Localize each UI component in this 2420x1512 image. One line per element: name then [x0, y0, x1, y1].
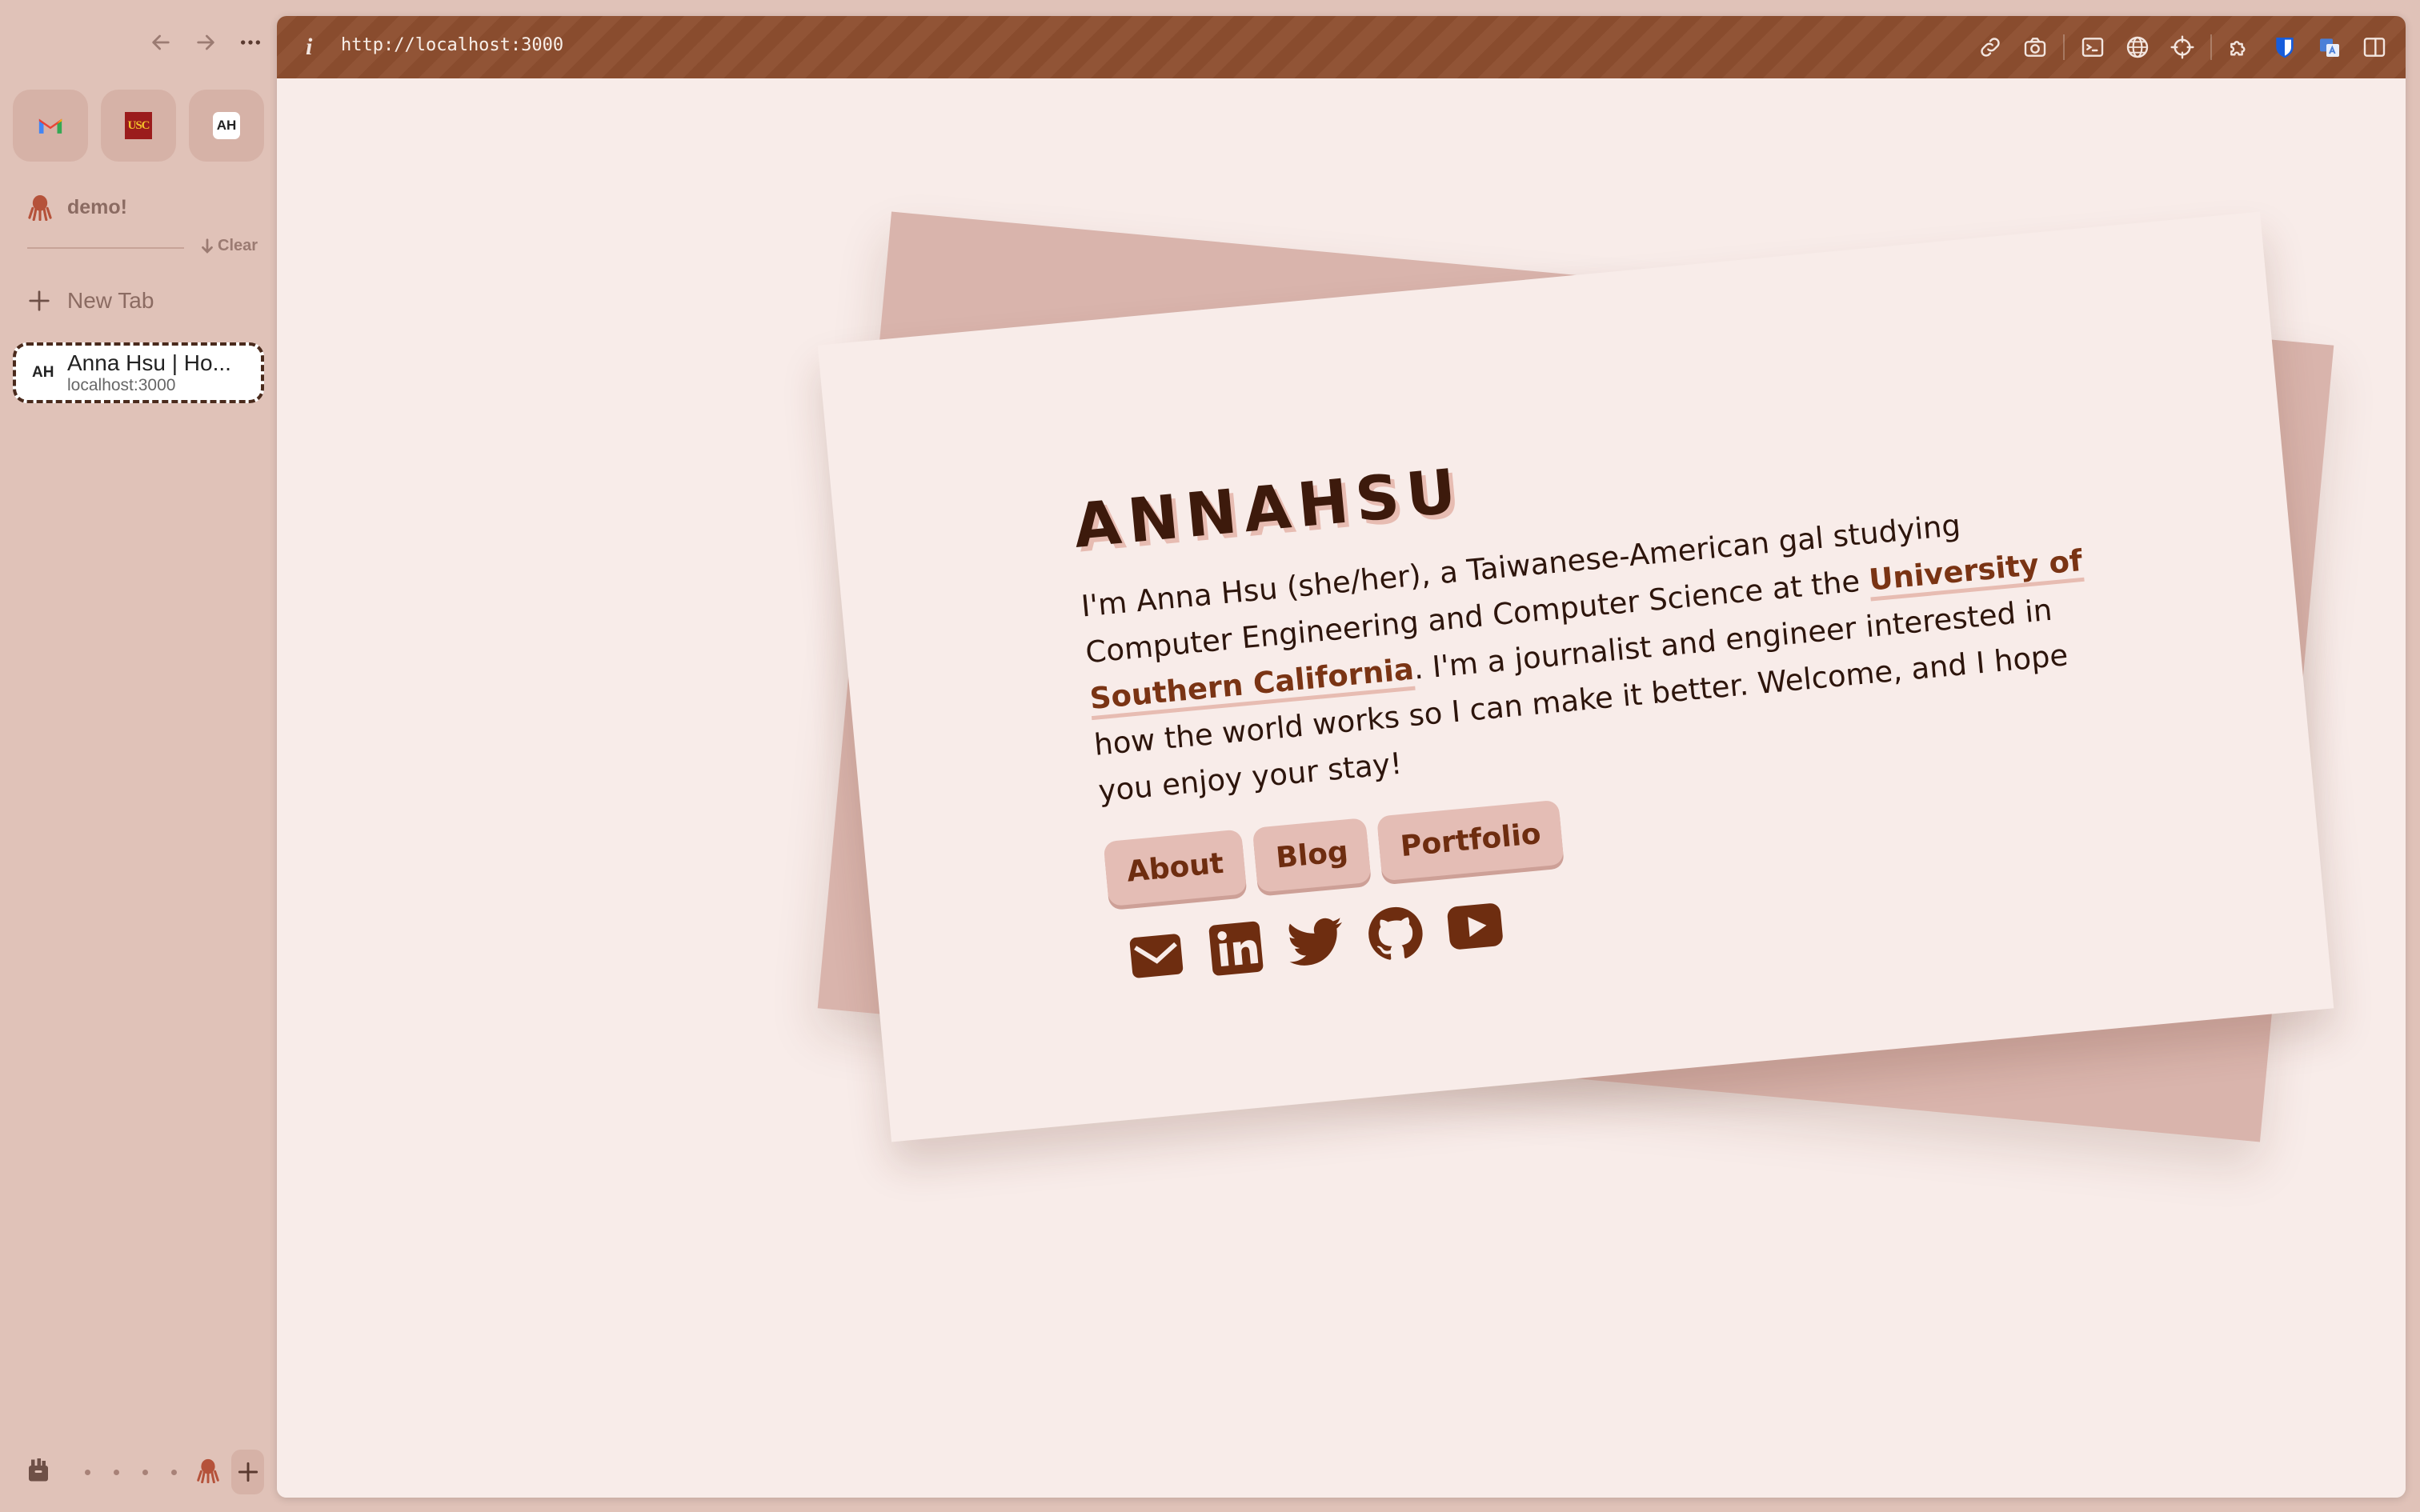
address-bar: i http://localhost:3000 — [277, 16, 2406, 78]
pinned-tab-usc[interactable]: USC — [101, 90, 176, 162]
back-button[interactable] — [147, 29, 174, 56]
tab-url: localhost:3000 — [67, 376, 176, 394]
current-space-button[interactable] — [196, 1458, 220, 1486]
add-space-button[interactable] — [231, 1450, 264, 1494]
bitwarden-extension-button[interactable] — [2268, 30, 2302, 64]
toolbar-separator — [2063, 34, 2065, 60]
target-button[interactable] — [2166, 30, 2199, 64]
github-link[interactable] — [1361, 900, 1429, 968]
sidebar: USC AH demo! Clear New Tab AH Anna Hsu |… — [0, 0, 277, 1512]
toolbar-separator — [2210, 34, 2212, 60]
translate-button[interactable] — [2121, 30, 2154, 64]
email-link[interactable] — [1123, 922, 1191, 990]
shield-icon — [2276, 38, 2294, 58]
archive-button[interactable] — [24, 1456, 53, 1488]
page-content: ANNAHSU I'm Anna Hsu (she/her), a Taiwan… — [277, 78, 2406, 1498]
new-tab-button[interactable]: New Tab — [27, 288, 154, 314]
pinned-tab-gmail[interactable] — [13, 90, 88, 162]
youtube-icon — [1447, 903, 1503, 950]
link-icon — [1981, 38, 2000, 57]
navigation-controls — [147, 29, 264, 56]
more-options-button[interactable] — [237, 29, 264, 56]
intro-card: ANNAHSU I'm Anna Hsu (she/her), a Taiwan… — [817, 211, 2334, 1142]
youtube-link[interactable] — [1441, 893, 1509, 961]
pinned-tabs: USC AH — [13, 90, 264, 162]
browser-window: i http://localhost:3000 ANNAHSU I'm Anna… — [277, 16, 2406, 1498]
plus-icon — [238, 1462, 258, 1482]
copy-link-button[interactable] — [1973, 30, 2007, 64]
screenshot-button[interactable] — [2018, 30, 2052, 64]
intro-content: ANNAHSU I'm Anna Hsu (she/her), a Taiwan… — [1071, 397, 2130, 991]
arrow-down-icon — [202, 238, 213, 254]
linkedin-icon — [1208, 921, 1264, 976]
space-dots — [85, 1469, 177, 1475]
more-dots-icon — [241, 40, 260, 45]
crosshair-icon — [2170, 35, 2194, 59]
ah-icon: AH — [213, 112, 240, 139]
blog-button[interactable]: Blog — [1252, 817, 1372, 893]
gmail-icon — [38, 118, 62, 134]
toolbar-icons — [1962, 30, 2391, 64]
forward-button[interactable] — [192, 29, 219, 56]
usc-icon: USC — [125, 112, 152, 139]
translate-extension-button[interactable] — [2313, 30, 2346, 64]
octopus-icon — [197, 1458, 219, 1484]
about-button[interactable]: About — [1103, 829, 1248, 907]
sidebar-divider — [27, 247, 184, 249]
tab-text: Anna Hsu | Ho... localhost:3000 — [67, 350, 231, 395]
tab-anna-hsu[interactable]: AH Anna Hsu | Ho... localhost:3000 — [13, 342, 264, 403]
octopus-icon — [28, 194, 52, 221]
sidebar-footer — [24, 1450, 264, 1494]
globe-icon — [2126, 36, 2149, 58]
space-dot[interactable] — [142, 1469, 148, 1475]
space-dot[interactable] — [114, 1469, 119, 1475]
twitter-icon — [1288, 918, 1342, 966]
clear-label: Clear — [218, 237, 258, 254]
space-header[interactable]: demo! — [27, 194, 127, 221]
archive-icon — [29, 1458, 48, 1482]
pinned-tab-anna-hsu[interactable]: AH — [189, 90, 264, 162]
tab-favicon: AH — [32, 364, 54, 381]
mail-icon — [1129, 934, 1184, 978]
plus-icon — [29, 290, 50, 311]
twitter-link[interactable] — [1282, 907, 1350, 975]
arrow-right-icon — [197, 34, 214, 50]
extensions-button[interactable] — [2223, 30, 2257, 64]
terminal-icon — [2081, 38, 2104, 57]
developer-console-button[interactable] — [2076, 30, 2109, 64]
github-icon — [1368, 906, 1423, 960]
toggle-sidebar-button[interactable] — [2358, 30, 2391, 64]
site-info-icon[interactable]: i — [306, 34, 312, 61]
new-tab-label: New Tab — [67, 288, 154, 313]
puzzle-icon — [2230, 41, 2246, 56]
translate-icon — [2320, 38, 2339, 57]
space-name: demo! — [67, 195, 127, 218]
sidebar-icon — [2363, 38, 2386, 57]
space-dot[interactable] — [85, 1469, 90, 1475]
tab-title: Anna Hsu | Ho... — [67, 350, 231, 375]
arrow-left-icon — [152, 34, 170, 50]
portfolio-button[interactable]: Portfolio — [1376, 799, 1565, 882]
space-dot[interactable] — [171, 1469, 177, 1475]
url-field[interactable]: http://localhost:3000 — [341, 35, 563, 55]
camera-icon — [2024, 38, 2046, 57]
linkedin-link[interactable] — [1202, 914, 1270, 982]
clear-button[interactable]: Clear — [200, 237, 258, 255]
